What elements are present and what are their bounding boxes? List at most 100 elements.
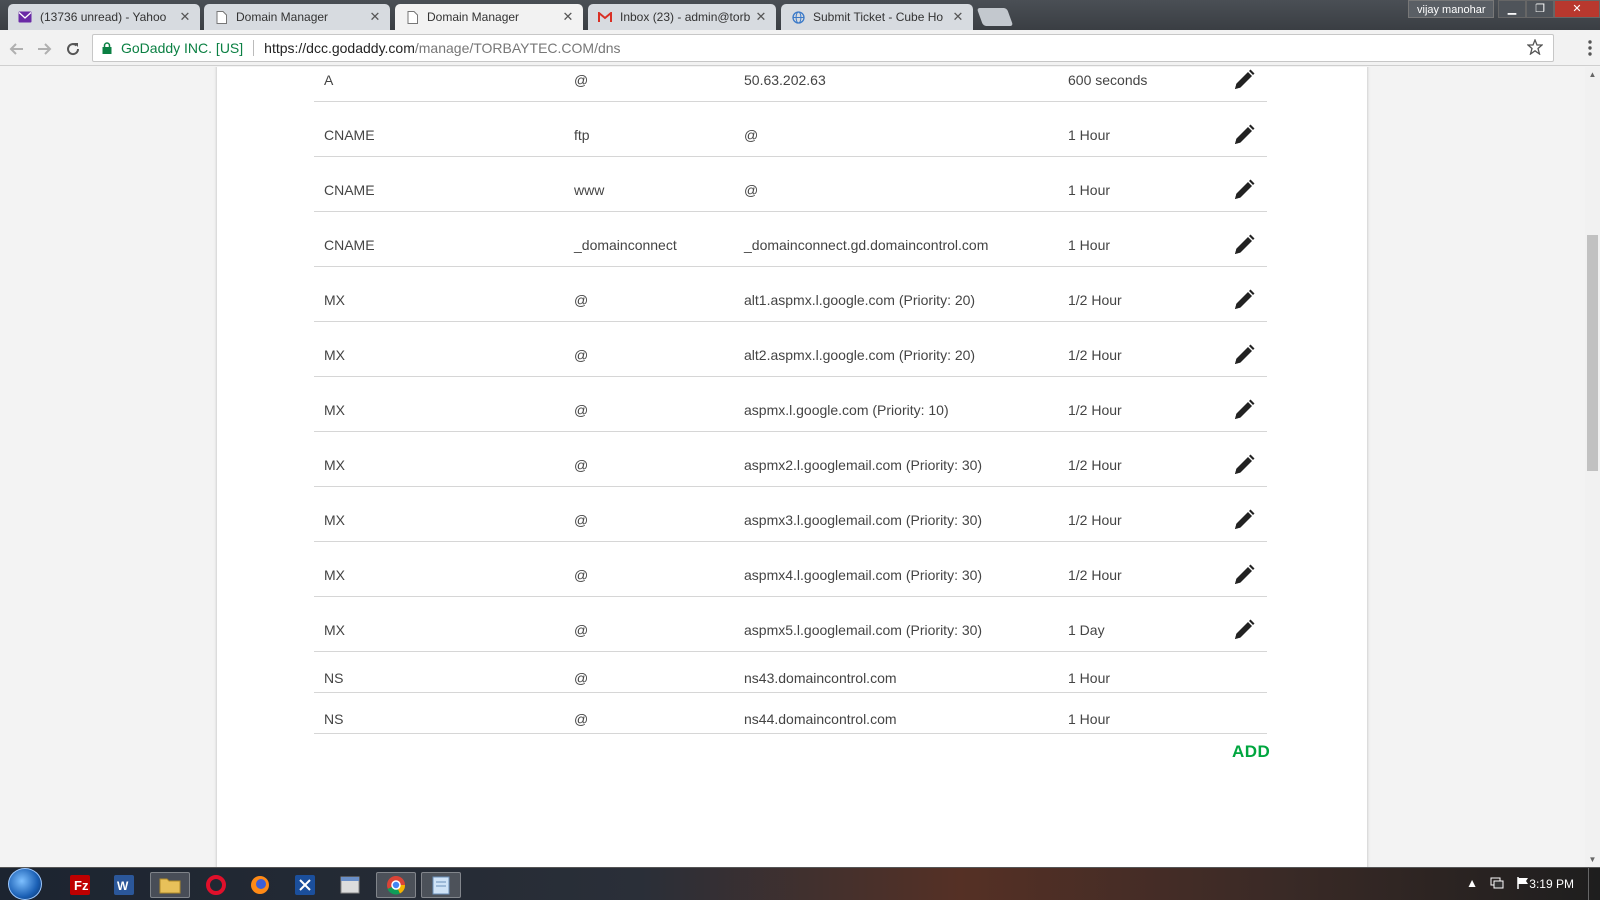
- action-center-flag-icon[interactable]: [1516, 876, 1530, 890]
- record-value: ns44.domaincontrol.com: [744, 711, 897, 727]
- gmail-icon: [598, 10, 612, 24]
- page-icon: [214, 10, 228, 24]
- dns-record-row: MX @ alt2.aspmx.l.google.com (Priority: 20…: [314, 322, 1267, 377]
- record-type: MX: [324, 457, 345, 473]
- new-tab-button[interactable]: [976, 8, 1014, 26]
- restore-button[interactable]: ❐: [1526, 0, 1554, 18]
- record-type: MX: [324, 567, 345, 583]
- record-type: MX: [324, 622, 345, 638]
- record-ttl: 1/2 Hour: [1068, 457, 1122, 473]
- dns-record-row: CNAME _domainconnect _domainconnect.gd.dom…: [314, 212, 1267, 267]
- scroll-up-arrow-icon[interactable]: ▲: [1585, 67, 1600, 82]
- tab-domain-manager-active[interactable]: Domain Manager ✕: [395, 4, 583, 30]
- record-value: @: [744, 182, 759, 198]
- explorer-icon[interactable]: [150, 872, 190, 898]
- chrome-icon[interactable]: [376, 872, 416, 898]
- record-name: @: [574, 457, 589, 473]
- record-type: CNAME: [324, 127, 375, 143]
- edit-pencil-icon[interactable]: [1231, 617, 1257, 643]
- yahoo-mail-icon: [18, 10, 32, 24]
- tab-close-icon[interactable]: ✕: [561, 9, 575, 25]
- tab-gmail[interactable]: Inbox (23) - admin@torb ✕: [588, 4, 776, 30]
- dns-record-row: CNAME www @1 Hour: [314, 157, 1267, 212]
- record-value: aspmx2.l.googlemail.com (Priority: 30): [744, 457, 983, 473]
- record-type: CNAME: [324, 237, 375, 253]
- dns-records-card: A @50.63.202.63 600 seconds CNAME ftp @1 Hour…: [217, 67, 1367, 867]
- reload-button[interactable]: [62, 38, 84, 60]
- edit-pencil-icon[interactable]: [1231, 287, 1257, 313]
- record-ttl: 1 Hour: [1068, 127, 1111, 143]
- tab-close-icon[interactable]: ✕: [368, 9, 382, 25]
- record-name: www: [574, 182, 605, 198]
- page-scrollbar[interactable]: ▲ ▼: [1585, 67, 1600, 867]
- back-arrow-icon: [9, 43, 23, 55]
- forward-button[interactable]: [33, 38, 55, 60]
- edit-pencil-icon[interactable]: [1231, 67, 1257, 93]
- opera-icon[interactable]: [196, 872, 236, 898]
- edit-pencil-icon[interactable]: [1231, 507, 1257, 533]
- chrome-menu-button[interactable]: [1582, 38, 1598, 58]
- dns-record-row: MX @ aspmx5.l.googlemail.com (Priority: 30…: [314, 597, 1267, 652]
- profile-button[interactable]: vijay manohar: [1408, 0, 1495, 18]
- tab-label: (13736 unread) - Yahoo: [40, 10, 167, 24]
- record-name: @: [574, 292, 589, 308]
- record-type: MX: [324, 402, 345, 418]
- scroll-down-arrow-icon[interactable]: ▼: [1585, 852, 1600, 867]
- tab-yahoo-mail[interactable]: (13736 unread) - Yahoo ✕: [8, 4, 200, 30]
- close-window-button[interactable]: ✕: [1554, 0, 1600, 18]
- edit-pencil-icon[interactable]: [1231, 397, 1257, 423]
- record-name: @: [574, 347, 589, 363]
- dns-record-row: MX @ aspmx3.l.googlemail.com (Priority: 30…: [314, 487, 1267, 542]
- app-icon[interactable]: [285, 872, 325, 898]
- tray-expand-icon[interactable]: ▲: [1466, 876, 1478, 890]
- security-indicator[interactable]: GoDaddy INC. [US]: [121, 40, 243, 56]
- dns-record-row: MX @ alt1.aspmx.l.google.com (Priority: 20…: [314, 267, 1267, 322]
- tab-label: Submit Ticket - Cube Ho: [813, 10, 944, 24]
- back-button[interactable]: [6, 38, 28, 60]
- globe-icon: [791, 10, 805, 24]
- page-viewport: A @50.63.202.63 600 seconds CNAME ftp @1 Hour…: [0, 67, 1585, 867]
- svg-text:W: W: [117, 879, 129, 893]
- show-desktop-button[interactable]: [1588, 868, 1600, 900]
- record-value: aspmx3.l.googlemail.com (Priority: 30): [744, 512, 983, 528]
- tab-domain-manager[interactable]: Domain Manager ✕: [204, 4, 390, 30]
- notepad-icon[interactable]: [421, 872, 461, 898]
- window-icon[interactable]: [330, 872, 370, 898]
- tab-close-icon[interactable]: ✕: [754, 9, 768, 25]
- word-icon[interactable]: W: [104, 872, 144, 898]
- edit-pencil-icon[interactable]: [1231, 122, 1257, 148]
- edit-pencil-icon[interactable]: [1231, 342, 1257, 368]
- tab-submit-ticket[interactable]: Submit Ticket - Cube Ho ✕: [781, 4, 973, 30]
- menu-dots-icon: [1588, 40, 1592, 56]
- divider: [253, 40, 255, 56]
- edit-pencil-icon[interactable]: [1231, 177, 1257, 203]
- dns-record-row: MX @ aspmx2.l.googlemail.com (Priority: 30…: [314, 432, 1267, 487]
- system-tray: ▲: [1466, 876, 1530, 890]
- window-controls: ▁ ❐ ✕: [1498, 0, 1600, 18]
- edit-pencil-icon[interactable]: [1231, 232, 1257, 258]
- record-value: ns43.domaincontrol.com: [744, 670, 897, 686]
- dns-record-row: NS @ ns43.domaincontrol.com 1 Hour: [314, 652, 1267, 693]
- dns-record-row: MX @ aspmx4.l.googlemail.com (Priority: 30…: [314, 542, 1267, 597]
- taskbar-clock[interactable]: 3:19 PM: [1529, 877, 1574, 891]
- windows-taskbar: Fz W ▲ 3:19 PM: [0, 867, 1600, 900]
- start-button[interactable]: [8, 868, 42, 900]
- record-type: MX: [324, 292, 345, 308]
- firefox-icon[interactable]: [240, 872, 280, 898]
- record-type: A: [324, 72, 334, 88]
- tab-close-icon[interactable]: ✕: [178, 9, 192, 25]
- edit-pencil-icon[interactable]: [1231, 562, 1257, 588]
- filezilla-icon[interactable]: Fz: [60, 872, 100, 898]
- dns-record-row: NS @ ns44.domaincontrol.com 1 Hour: [314, 693, 1267, 734]
- address-bar[interactable]: GoDaddy INC. [US] https://dcc.godaddy.co…: [92, 34, 1554, 62]
- add-record-button[interactable]: ADD: [1232, 742, 1270, 762]
- lock-icon: [102, 42, 112, 54]
- tab-close-icon[interactable]: ✕: [951, 9, 965, 25]
- minimize-button[interactable]: ▁: [1498, 0, 1526, 18]
- scrollbar-thumb[interactable]: [1587, 235, 1598, 471]
- network-icon[interactable]: [1490, 876, 1504, 890]
- record-ttl: 1/2 Hour: [1068, 347, 1122, 363]
- bookmark-star-icon[interactable]: [1527, 39, 1543, 55]
- edit-pencil-icon[interactable]: [1231, 452, 1257, 478]
- record-value: aspmx4.l.googlemail.com (Priority: 30): [744, 567, 983, 583]
